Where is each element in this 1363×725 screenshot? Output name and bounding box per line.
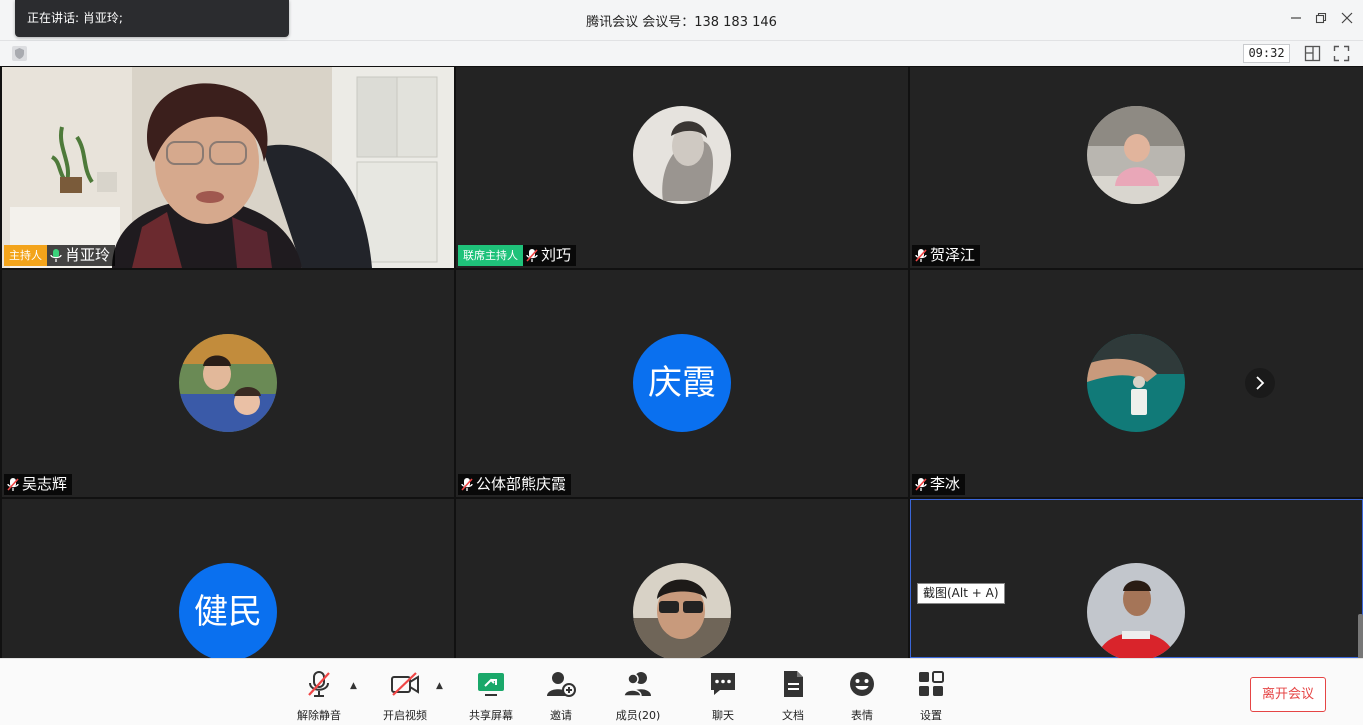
video-options-caret[interactable]: ▲ [436,681,443,691]
minimize-button[interactable] [1286,10,1306,30]
add-user-icon [547,672,576,697]
start-video-button[interactable]: 开启视频 [378,669,432,723]
fullscreen-icon[interactable] [1333,45,1350,62]
participant-tile[interactable] [910,499,1363,658]
host-badge: 主持人 [4,245,47,266]
layout-icon[interactable] [1304,45,1321,62]
microphone-on-icon [50,248,62,262]
members-button[interactable]: 成员(20) [610,669,666,723]
scrollbar[interactable] [1358,614,1363,662]
emoji-icon [850,672,874,696]
settings-button[interactable]: 设置 [904,669,958,723]
close-button[interactable] [1337,10,1357,30]
meeting-window: 正在讲话: 肖亚玲; 腾讯会议 会议号：138 183 146 09:32 主持… [0,0,1363,725]
participant-avatar: 健民 [179,563,277,658]
video-grid: 主持人 肖亚玲 联席主持人 刘巧 贺泽江 吴志辉 庆霞 公体部熊庆霞 李冰 健民 [0,66,1363,658]
emoji-button[interactable]: 表情 [835,669,889,723]
participant-tile[interactable]: 联席主持人 刘巧 [456,67,908,268]
participant-name: 肖亚玲 [65,246,111,264]
minimize-icon [1291,17,1301,19]
restore-icon [1315,12,1327,24]
participant-nameplate: 吴志辉 [4,474,73,495]
screenshot-tooltip: 截图(Alt + A) [917,583,1005,604]
participant-nameplate: 李冰 [912,474,966,495]
participant-name: 李冰 [930,475,961,493]
participant-name: 刘巧 [541,246,572,264]
participant-avatar: 庆霞 [633,334,731,432]
restore-button[interactable] [1311,10,1331,30]
participant-name: 公体部熊庆霞 [476,475,567,493]
meeting-timer: 09:32 [1243,44,1290,63]
participant-nameplate: 主持人 肖亚玲 [4,245,116,266]
microphone-muted-icon [915,248,927,262]
participant-tile[interactable]: 健民 [2,499,454,658]
microphone-muted-icon [461,477,473,491]
next-page-button[interactable] [1245,368,1275,398]
participant-avatar [633,563,731,658]
close-icon [1341,12,1353,24]
docs-button[interactable]: 文档 [766,669,820,723]
participant-tile[interactable]: 吴志辉 [2,270,454,497]
document-icon [784,671,803,697]
participant-avatar [1087,563,1185,658]
chevron-right-icon [1256,376,1265,390]
participant-nameplate: 公体部熊庆霞 [458,474,572,495]
shield-icon[interactable] [12,46,27,61]
share-screen-icon [478,673,504,696]
participant-nameplate: 联席主持人 刘巧 [458,245,577,266]
participant-name: 贺泽江 [930,246,976,264]
participant-name: 吴志辉 [22,475,68,493]
participant-avatar [633,106,731,204]
cohost-badge: 联席主持人 [458,245,523,266]
chat-icon [711,673,735,695]
microphone-muted-icon [915,477,927,491]
participant-tile[interactable]: 李冰 [910,270,1363,497]
participant-tile[interactable]: 主持人 肖亚玲 [2,67,454,268]
speaking-indicator: 正在讲话: 肖亚玲; [15,0,289,37]
audio-options-caret[interactable]: ▲ [350,681,357,691]
bottom-toolbar: 解除静音 ▲ 开启视频 ▲ 共享屏幕 邀请 成员(20) 聊天 文档 表情 设置… [0,658,1363,725]
participant-avatar [1087,334,1185,432]
microphone-muted-icon [7,477,19,491]
share-screen-button[interactable]: 共享屏幕 [464,669,518,723]
status-bar: 09:32 [0,40,1363,66]
participant-tile[interactable]: 庆霞 公体部熊庆霞 [456,270,908,497]
microphone-muted-icon [308,671,330,697]
members-icon [623,672,651,697]
chat-button[interactable]: 聊天 [696,669,750,723]
video-feed [2,67,454,268]
camera-off-icon [391,672,419,696]
title-bar: 正在讲话: 肖亚玲; 腾讯会议 会议号：138 183 146 [0,0,1363,40]
participant-tile[interactable]: 贺泽江 [910,67,1363,268]
settings-grid-icon [919,671,944,696]
microphone-muted-icon [526,248,538,262]
leave-meeting-button[interactable]: 离开会议 [1250,677,1326,712]
invite-button[interactable]: 邀请 [534,669,588,723]
participant-nameplate: 贺泽江 [912,245,981,266]
participant-tile[interactable] [456,499,908,658]
participant-avatar [179,334,277,432]
participant-avatar [1087,106,1185,204]
unmute-button[interactable]: 解除静音 [292,669,346,723]
